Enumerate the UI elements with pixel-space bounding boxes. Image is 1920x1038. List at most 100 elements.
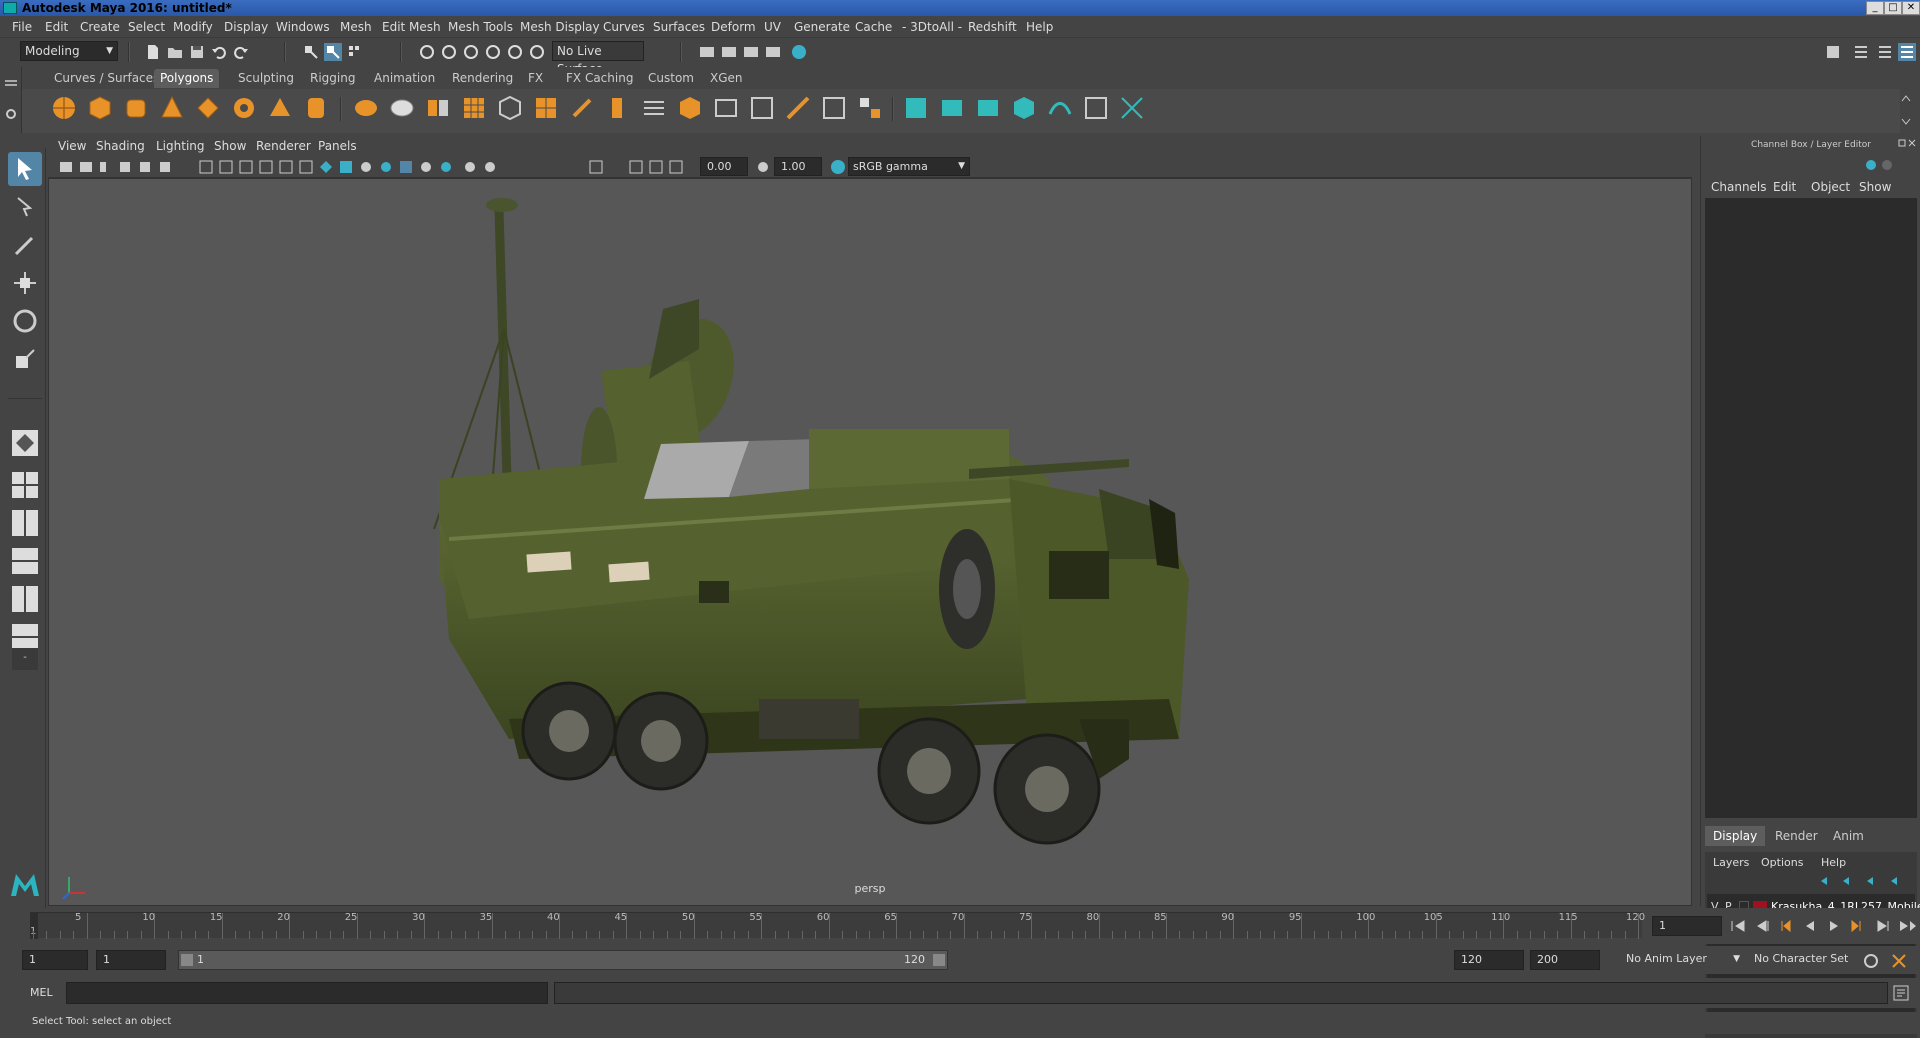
command-language-toggle[interactable]: MEL (30, 986, 53, 999)
smooth-icon[interactable] (460, 94, 488, 122)
move-tool-icon[interactable] (8, 266, 42, 300)
live-surface-field[interactable]: No Live Surface (552, 41, 644, 76)
poly-sphere-icon[interactable] (50, 94, 78, 122)
snap-to-grid-icon[interactable] (418, 43, 436, 61)
menu-redshift[interactable]: Redshift (968, 20, 1017, 34)
channel-menu-channels[interactable]: Channels (1711, 180, 1767, 194)
poly-cube-icon[interactable] (86, 94, 114, 122)
viewport-menu-renderer[interactable]: Renderer (256, 139, 311, 153)
time-slider-bar[interactable]: 1 51015202530354045505560657075808590951… (30, 912, 1645, 939)
layer-tab-anim[interactable]: Anim (1825, 826, 1872, 846)
poly-plane-icon[interactable] (194, 94, 222, 122)
shelf-tab-rigging[interactable]: Rigging (304, 69, 361, 88)
playback-end-field[interactable]: 120 (1454, 950, 1524, 970)
layer-action-icons[interactable] (1817, 874, 1913, 888)
shelf-tab-fx[interactable]: FX (522, 69, 549, 88)
four-view-layout-icon[interactable] (10, 470, 40, 500)
uv-planar-icon[interactable] (902, 94, 930, 122)
shelf-tab-polygons[interactable]: Polygons (154, 69, 220, 88)
snap-to-curve-icon[interactable] (440, 43, 458, 61)
color-space-selector[interactable]: sRGB gamma ▼ (848, 157, 970, 176)
layer-menu-layers[interactable]: Layers (1713, 856, 1749, 869)
channel-menu-edit[interactable]: Edit (1773, 180, 1796, 194)
tool-settings-icon[interactable] (1876, 43, 1894, 61)
reduce-icon[interactable] (496, 94, 524, 122)
menu-mesh-display[interactable]: Mesh Display (520, 20, 600, 34)
viewport-menu-panels[interactable]: Panels (318, 139, 357, 153)
menu-3dtoall[interactable]: - 3DtoAll - (902, 20, 962, 34)
snap-to-point-icon[interactable] (462, 43, 480, 61)
side-by-side-layout-icon[interactable] (10, 508, 40, 538)
menu-curves[interactable]: Curves (603, 20, 645, 34)
render-view-icon[interactable] (698, 43, 716, 61)
snap-to-view-plane-icon[interactable] (484, 43, 502, 61)
paint-select-icon[interactable] (8, 228, 42, 262)
combine-icon[interactable] (352, 94, 380, 122)
truck-model[interactable] (49, 179, 1692, 906)
maximize-button[interactable]: □ (1884, 1, 1902, 15)
bridge-icon[interactable] (604, 94, 632, 122)
select-tool-icon[interactable] (8, 152, 42, 186)
animation-start-field[interactable]: 1 (22, 950, 88, 970)
layer-tab-render[interactable]: Render (1767, 826, 1826, 846)
extract-icon[interactable] (676, 94, 704, 122)
menu-cache[interactable]: Cache (855, 20, 892, 34)
multi-cut-icon[interactable] (712, 94, 740, 122)
select-by-object-icon[interactable] (324, 43, 342, 61)
edge-loop-icon[interactable] (748, 94, 776, 122)
range-slider[interactable]: 1 120 (178, 950, 948, 970)
viewport-panel-icons[interactable] (58, 159, 498, 175)
open-scene-icon[interactable] (166, 43, 184, 61)
uv-editor-icon[interactable] (1118, 94, 1146, 122)
magnet-icon[interactable] (528, 43, 546, 61)
scale-tool-icon[interactable] (8, 342, 42, 376)
menu-uv[interactable]: UV (764, 20, 781, 34)
current-frame-field[interactable]: 1 (1652, 916, 1722, 936)
fill-hole-icon[interactable] (820, 94, 848, 122)
new-scene-icon[interactable] (144, 43, 162, 61)
close-button[interactable]: ✕ (1902, 1, 1920, 15)
viewport-menu-shading[interactable]: Shading (96, 139, 145, 153)
ipr-render-icon[interactable] (742, 43, 760, 61)
poly-cone-icon[interactable] (158, 94, 186, 122)
range-slider-end-handle[interactable] (933, 954, 945, 966)
playback-controls[interactable] (1730, 918, 1918, 934)
menu-display[interactable]: Display (224, 20, 268, 34)
poly-torus-icon[interactable] (230, 94, 258, 122)
separate-icon[interactable] (388, 94, 416, 122)
extrude-icon[interactable] (568, 94, 596, 122)
shelf-tab-xgen[interactable]: XGen (704, 69, 749, 88)
minimize-button[interactable]: _ (1866, 1, 1884, 15)
shelf-tab-animation[interactable]: Animation (368, 69, 441, 88)
append-polygon-icon[interactable] (856, 94, 884, 122)
gamma-field[interactable]: 1.00 (774, 157, 822, 176)
menu-generate[interactable]: Generate (794, 20, 850, 34)
gear-icon[interactable] (4, 107, 18, 121)
mode-selector[interactable]: Modeling ▼ (20, 41, 118, 61)
perspective-viewport[interactable]: persp (48, 178, 1692, 906)
render-settings-icon[interactable] (764, 43, 782, 61)
range-slider-start-handle[interactable] (181, 954, 193, 966)
uv-automatic-icon[interactable] (1010, 94, 1038, 122)
persp-outliner-layout-icon[interactable] (10, 546, 40, 576)
anim-layer-selector[interactable]: No Anim Layer ▼ (1622, 950, 1740, 970)
uv-layout-icon[interactable] (1082, 94, 1110, 122)
layer-tab-display[interactable]: Display (1705, 826, 1766, 846)
save-scene-icon[interactable] (188, 43, 206, 61)
panel-close-icon[interactable] (1897, 138, 1917, 150)
select-by-hierarchy-icon[interactable] (302, 43, 320, 61)
attribute-editor-icon[interactable] (1852, 43, 1870, 61)
menu-mesh-tools[interactable]: Mesh Tools (448, 20, 513, 34)
menu-help[interactable]: Help (1026, 20, 1053, 34)
redo-icon[interactable] (232, 43, 250, 61)
render-frame-icon[interactable] (720, 43, 738, 61)
shelf-scroll-icon[interactable] (1900, 93, 1912, 127)
gamma-icon[interactable] (756, 160, 770, 174)
viewport-menu-view[interactable]: View (58, 139, 86, 153)
menu-edit-mesh[interactable]: Edit Mesh (382, 20, 441, 34)
script-editor-icon[interactable] (1892, 984, 1910, 1002)
channel-box-toggle-icon[interactable] (1898, 43, 1916, 61)
uv-cylindrical-icon[interactable] (938, 94, 966, 122)
undo-icon[interactable] (210, 43, 228, 61)
menu-select[interactable]: Select (128, 20, 165, 34)
